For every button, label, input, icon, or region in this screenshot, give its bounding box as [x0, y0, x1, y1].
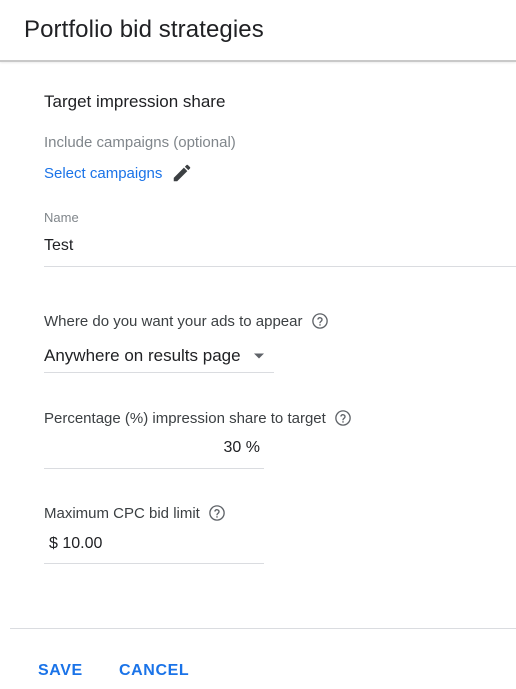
- name-input[interactable]: Test: [44, 237, 73, 255]
- name-field-label: Name: [44, 210, 79, 225]
- page-header: Portfolio bid strategies: [0, 0, 516, 62]
- select-campaigns-label: Select campaigns: [44, 164, 163, 182]
- cancel-button[interactable]: CANCEL: [119, 662, 189, 680]
- name-input-underline: [44, 266, 516, 267]
- footer-divider: [10, 628, 516, 629]
- help-circle-icon[interactable]: [208, 504, 226, 522]
- ads-appear-label: Where do you want your ads to appear: [44, 312, 329, 330]
- percentage-underline: [44, 468, 264, 469]
- ads-appear-underline: [44, 372, 274, 373]
- max-cpc-underline: [44, 563, 264, 564]
- help-circle-icon[interactable]: [311, 312, 329, 330]
- select-campaigns-link[interactable]: Select campaigns: [44, 162, 193, 184]
- percentage-label-text: Percentage (%) impression share to targe…: [44, 409, 326, 427]
- max-cpc-input[interactable]: $ 10.00: [49, 535, 102, 553]
- save-button[interactable]: SAVE: [38, 662, 83, 680]
- max-cpc-label: Maximum CPC bid limit: [44, 504, 226, 522]
- ads-appear-dropdown[interactable]: Anywhere on results page: [44, 341, 274, 371]
- percentage-input[interactable]: 30 %: [44, 439, 260, 457]
- ads-appear-selected: Anywhere on results page: [44, 346, 241, 365]
- max-cpc-label-text: Maximum CPC bid limit: [44, 504, 200, 522]
- percentage-label: Percentage (%) impression share to targe…: [44, 409, 352, 427]
- strategy-type-title: Target impression share: [44, 92, 226, 111]
- ads-appear-label-text: Where do you want your ads to appear: [44, 312, 303, 330]
- help-circle-icon[interactable]: [334, 409, 352, 427]
- caret-down-icon: [253, 352, 265, 360]
- page-title: Portfolio bid strategies: [24, 16, 264, 43]
- pencil-icon[interactable]: [171, 162, 193, 184]
- include-campaigns-label: Include campaigns (optional): [44, 134, 236, 151]
